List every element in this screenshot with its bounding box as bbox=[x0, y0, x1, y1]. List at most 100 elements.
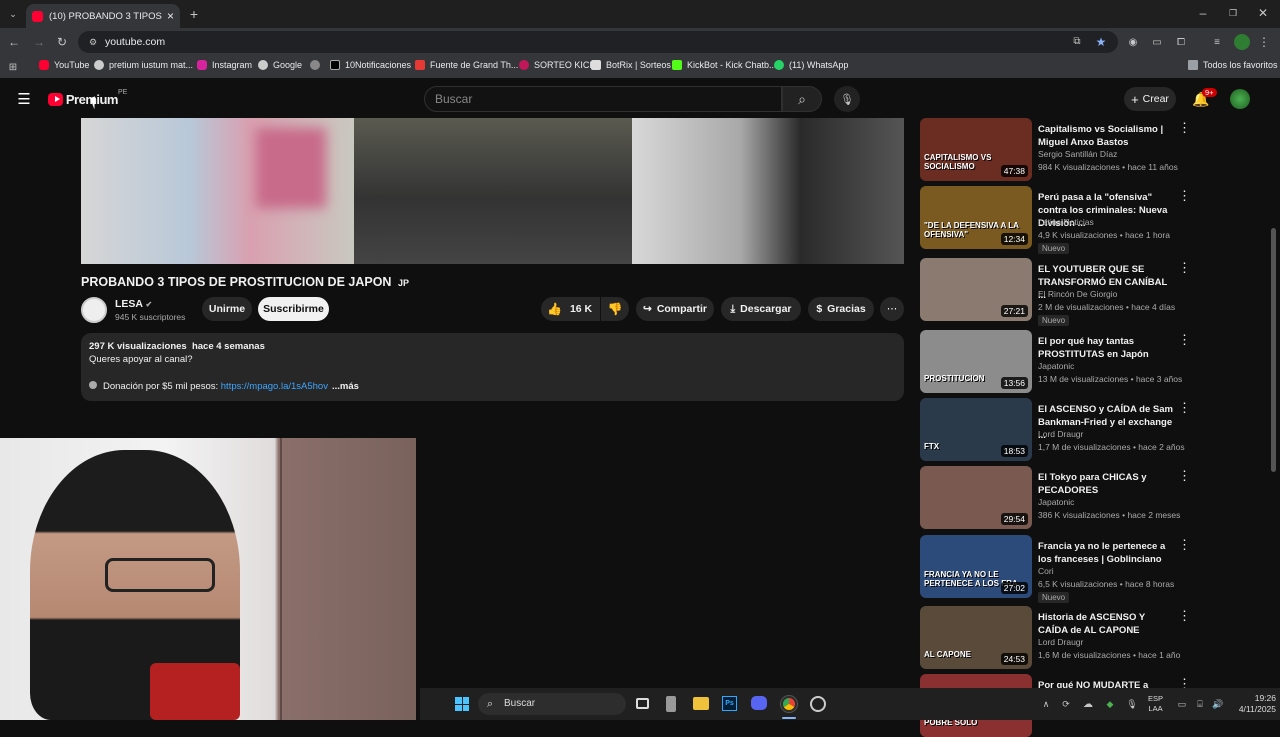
all-bookmarks[interactable]: Todos los favoritos bbox=[1188, 60, 1278, 70]
voice-search-icon[interactable]: 🎙 bbox=[834, 86, 860, 112]
bookmark-star-icon[interactable]: ★ bbox=[1094, 35, 1108, 49]
forward-icon[interactable]: → bbox=[31, 34, 47, 50]
channel-avatar[interactable] bbox=[81, 297, 107, 323]
discord-icon[interactable] bbox=[751, 696, 767, 710]
related-channel[interactable]: Lord Draugr bbox=[1038, 637, 1083, 647]
channel-name[interactable]: LESA ✔ bbox=[115, 298, 152, 310]
related-thumbnail[interactable]: FTX 18:53 bbox=[920, 398, 1032, 461]
apps-grid-icon[interactable]: ⊞ bbox=[6, 60, 20, 74]
display-tray-icon[interactable]: ▭ bbox=[1176, 697, 1188, 711]
new-tab-icon[interactable]: + bbox=[186, 6, 202, 22]
windows-start-icon[interactable] bbox=[455, 697, 469, 711]
more-options-icon[interactable]: ⋮ bbox=[1178, 400, 1191, 416]
bookmark-instagram[interactable]: Instagram bbox=[197, 60, 252, 70]
more-actions-button[interactable]: ⋯ bbox=[880, 297, 904, 321]
share-button[interactable]: ↪ Compartir bbox=[636, 297, 714, 321]
dislike-button[interactable]: 👎 bbox=[601, 297, 629, 321]
related-thumbnail[interactable]: 29:54 bbox=[920, 466, 1032, 529]
install-icon[interactable]: ⧉ bbox=[1070, 35, 1084, 49]
bookmark-youtube[interactable]: YouTube bbox=[39, 60, 89, 70]
related-channel[interactable]: Cori bbox=[1038, 566, 1054, 576]
related-channel[interactable]: Sergio Santillán Díaz bbox=[1038, 149, 1117, 159]
thanks-button[interactable]: $ Gracias bbox=[808, 297, 874, 321]
restore-icon[interactable]: ❐ bbox=[1226, 6, 1240, 20]
file-explorer-icon[interactable] bbox=[693, 697, 709, 710]
bookmark-botrix[interactable]: BotRix | Sorteos bbox=[591, 60, 671, 70]
reload-icon[interactable]: ↻ bbox=[54, 34, 70, 50]
onedrive-icon[interactable]: ☁ bbox=[1082, 697, 1094, 711]
media-icon[interactable]: ≡ bbox=[1210, 35, 1224, 49]
like-button[interactable]: 👍 16 K bbox=[541, 297, 600, 321]
extension-icon-1[interactable]: ◉ bbox=[1126, 35, 1140, 49]
more-options-icon[interactable]: ⋮ bbox=[1178, 468, 1191, 484]
bookmark-sorteo-kick[interactable]: SORTEO KICK bbox=[519, 60, 595, 70]
address-bar[interactable]: ⚙ youtube.com ⧉ ★ bbox=[78, 31, 1118, 53]
bookmark-whatsapp[interactable]: (11) WhatsApp bbox=[774, 60, 848, 70]
related-channel[interactable]: Japatonic bbox=[1038, 497, 1074, 507]
hamburger-menu-icon[interactable]: ☰ bbox=[16, 91, 32, 108]
more-options-icon[interactable]: ⋮ bbox=[1178, 188, 1191, 204]
close-window-icon[interactable]: ✕ bbox=[1256, 6, 1270, 20]
account-avatar[interactable] bbox=[1230, 89, 1250, 109]
browser-menu-icon[interactable]: ⋮ bbox=[1258, 35, 1270, 49]
network-icon[interactable]: ⌸ bbox=[1194, 697, 1206, 711]
recording-app-icon[interactable] bbox=[810, 696, 826, 712]
more-options-icon[interactable]: ⋮ bbox=[1178, 332, 1191, 348]
related-thumbnail[interactable]: CAPITALISMO VS SOCIALISMO 47:38 bbox=[920, 118, 1032, 181]
description-box[interactable]: 297 K visualizaciones hace 4 semanas Que… bbox=[81, 333, 904, 401]
more-options-icon[interactable]: ⋮ bbox=[1178, 120, 1191, 136]
related-thumbnail[interactable]: 27:21 bbox=[920, 258, 1032, 321]
related-title[interactable]: Francia ya no le pertenece a los frances… bbox=[1038, 540, 1176, 566]
task-view-icon[interactable] bbox=[636, 698, 649, 709]
more-options-icon[interactable]: ⋮ bbox=[1178, 608, 1191, 624]
site-info-icon[interactable]: ⚙ bbox=[86, 35, 100, 49]
related-title[interactable]: El Tokyo para CHICAS y PECADORES bbox=[1038, 471, 1176, 497]
video-player[interactable] bbox=[81, 118, 904, 264]
related-thumbnail[interactable]: PROSTITUCION 13:56 bbox=[920, 330, 1032, 393]
related-thumbnail[interactable]: FRANCIA YA NO LE PERTENECE A LOS FRA 27:0… bbox=[920, 535, 1032, 598]
related-thumbnail[interactable]: "DE LA DEFENSIVA A LA OFENSIVA" 12:34 bbox=[920, 186, 1032, 249]
more-options-icon[interactable]: ⋮ bbox=[1178, 537, 1191, 553]
related-channel[interactable]: Japatonic bbox=[1038, 361, 1074, 371]
tray-icon-2[interactable]: ◆ bbox=[1104, 697, 1116, 711]
related-channel[interactable]: Lord Draugr bbox=[1038, 429, 1083, 439]
related-title[interactable]: Capitalismo vs Socialismo | Miguel Anxo … bbox=[1038, 123, 1176, 149]
bookmark-x[interactable]: 10Notificaciones bbox=[330, 60, 411, 70]
taskbar-app-icon[interactable] bbox=[666, 696, 676, 712]
bookmark-kickbot[interactable]: KickBot - Kick Chatb... bbox=[672, 60, 777, 70]
clock[interactable]: 19:26 4/11/2025 bbox=[1226, 693, 1276, 715]
extensions-puzzle-icon[interactable]: ⧠ bbox=[1174, 35, 1188, 49]
mic-tray-icon[interactable]: 🎙 bbox=[1126, 697, 1138, 711]
profile-avatar[interactable] bbox=[1234, 34, 1250, 50]
bookmark-font[interactable]: Fuente de Grand Th... bbox=[415, 60, 518, 70]
related-channel[interactable]: El Rincón De Giorgio bbox=[1038, 289, 1117, 299]
taskbar-search[interactable]: ⌕ Buscar bbox=[478, 693, 626, 715]
chrome-icon[interactable] bbox=[781, 696, 797, 712]
volume-icon[interactable]: 🔊 bbox=[1212, 697, 1224, 711]
back-icon[interactable]: ← bbox=[6, 34, 22, 50]
show-hidden-icons[interactable]: ∧ bbox=[1040, 697, 1052, 711]
bookmark-globe[interactable] bbox=[310, 60, 325, 70]
download-button[interactable]: ⤓ Descargar bbox=[721, 297, 801, 321]
join-button[interactable]: Unirme bbox=[202, 297, 252, 321]
related-title[interactable]: Historia de ASCENSO Y CAÍDA de AL CAPONE bbox=[1038, 611, 1176, 637]
related-thumbnail[interactable]: AL CAPONE 24:53 bbox=[920, 606, 1032, 669]
minimize-icon[interactable]: – bbox=[1196, 6, 1210, 20]
donation-link[interactable]: https://mpago.la/1sA5hov bbox=[221, 381, 328, 392]
browser-tab[interactable]: (10) PROBANDO 3 TIPOS DE PR... × bbox=[26, 4, 180, 28]
bookmark-pretium[interactable]: pretium iustum mat... bbox=[94, 60, 193, 70]
extension-icon-2[interactable]: ▭ bbox=[1150, 35, 1164, 49]
keyboard-language[interactable]: ESP LAA bbox=[1148, 694, 1163, 714]
bookmark-google[interactable]: Google bbox=[258, 60, 302, 70]
subscribe-button[interactable]: Suscribirme bbox=[258, 297, 329, 321]
related-channel[interactable]: Latina Noticias bbox=[1038, 217, 1094, 227]
page-scrollbar[interactable] bbox=[1271, 228, 1276, 472]
tray-icon-1[interactable]: ⟳ bbox=[1060, 697, 1072, 711]
tab-search-icon[interactable]: ⌄ bbox=[4, 6, 22, 22]
search-input[interactable]: Buscar bbox=[424, 86, 782, 112]
close-tab-icon[interactable]: × bbox=[167, 9, 174, 23]
related-title[interactable]: El por qué hay tantas PROSTITUTAS en Jap… bbox=[1038, 335, 1176, 361]
create-button[interactable]: + Crear bbox=[1124, 87, 1176, 111]
youtube-logo[interactable]: Premium bbox=[48, 90, 119, 108]
search-button[interactable]: ⌕ bbox=[782, 86, 822, 112]
